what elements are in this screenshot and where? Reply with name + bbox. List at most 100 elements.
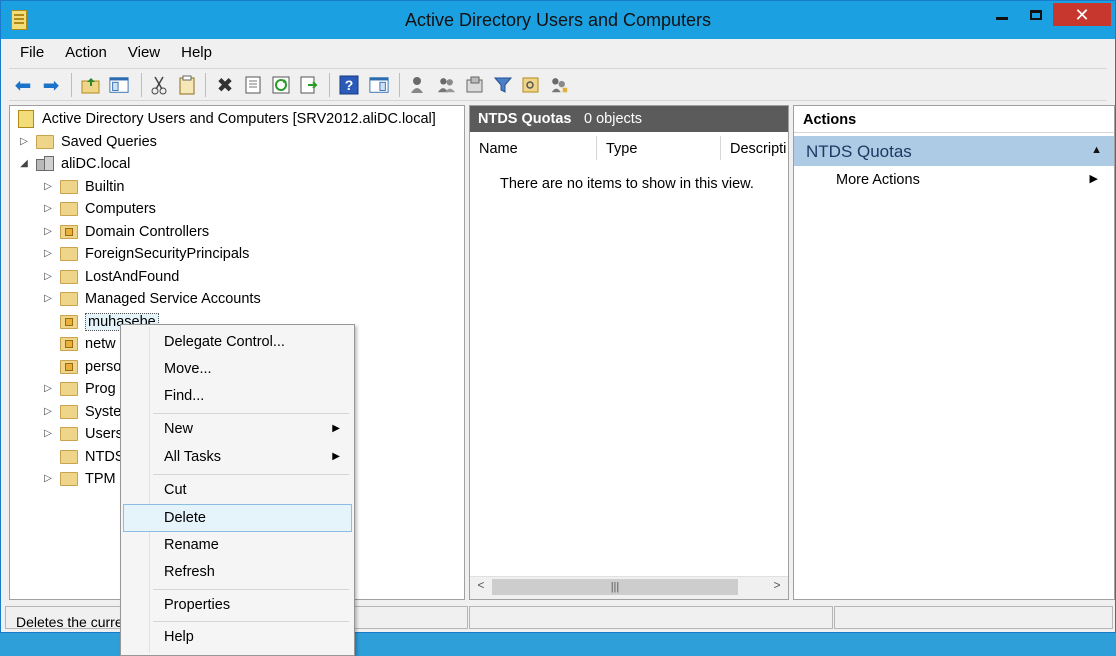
tree-item-managed-service-accounts[interactable]: ▷ Managed Service Accounts [42,288,261,309]
menu-separator [153,589,349,590]
minimize-button[interactable] [986,3,1018,26]
back-arrow-icon[interactable]: ⬅ [13,75,33,97]
menu-item-delegate-control[interactable]: Delegate Control... [123,329,352,355]
menu-item-cut[interactable]: Cut [123,477,352,503]
expand-icon[interactable]: ▷ [42,248,54,259]
tree-root-label: Active Directory Users and Computers [SR… [42,110,436,127]
column-header-type[interactable]: Type [597,136,721,160]
delete-icon[interactable]: ✖ [215,75,235,97]
menu-item-label: Help [164,629,194,645]
ou-folder-icon [60,224,78,239]
tree-item-builtin[interactable]: ▷ Builtin [42,176,124,197]
tree-item-perso[interactable]: perso [42,356,121,377]
expand-icon[interactable]: ▷ [42,428,54,439]
menu-item-all-tasks[interactable]: All Tasks ▶ [123,444,352,470]
results-pane[interactable]: NTDS Quotas 0 objects Name Type Descript… [469,105,789,600]
tree-item-domain-controllers[interactable]: ▷ Domain Controllers [42,221,209,242]
paste-icon[interactable] [177,75,197,95]
close-button[interactable]: ✕ [1053,3,1111,26]
maximize-button[interactable] [1020,3,1052,26]
menu-item-properties[interactable]: Properties [123,592,352,618]
tree-item-saved-queries[interactable]: ▷ Saved Queries [18,131,157,152]
menu-item-rename[interactable]: Rename [123,532,352,558]
expand-icon[interactable]: ▷ [42,383,54,394]
refresh-icon[interactable] [271,75,291,95]
maximize-icon [1030,9,1042,20]
expand-icon[interactable]: ▷ [42,473,54,484]
collapse-up-icon[interactable]: ▲ [1091,144,1102,156]
menu-item-label: Delete [164,510,206,526]
folder-icon [36,134,54,149]
submenu-arrow-icon: ▶ [332,423,340,434]
tree-item-foreign-security-principals[interactable]: ▷ ForeignSecurityPrincipals [42,243,249,264]
menu-item-move[interactable]: Move... [123,356,352,382]
expand-icon[interactable]: ▷ [42,293,54,304]
menu-help[interactable]: Help [170,41,222,65]
tree-item-tpm-devices[interactable]: ▷ TPM [42,468,115,489]
tree-root[interactable]: Active Directory Users and Computers [SR… [18,108,436,129]
create-group-icon[interactable] [437,75,457,95]
tree-item-label: aliDC.local [61,155,131,172]
folder-icon [60,291,78,306]
expand-icon[interactable]: ▷ [42,226,54,237]
menu-separator [153,621,349,622]
status-cell-3 [834,606,1113,629]
expand-icon[interactable]: ▷ [18,136,30,147]
submenu-arrow-icon: ▶ [1089,173,1098,185]
expand-icon[interactable]: ▷ [42,406,54,417]
tree-item-label: Domain Controllers [85,223,210,240]
scroll-right-icon[interactable]: > [768,578,786,596]
show-hide-action-pane-icon[interactable] [369,75,389,95]
menu-item-new[interactable]: New ▶ [123,416,352,442]
tree-item-lost-and-found[interactable]: ▷ LostAndFound [42,266,179,287]
filter-icon[interactable] [493,75,513,95]
expand-icon[interactable]: ▷ [42,181,54,192]
tree-item-program-data[interactable]: ▷ Prog [42,378,116,399]
tree-item-system[interactable]: ▷ Syste [42,401,121,422]
tree-item-domain[interactable]: ◢ aliDC.local [18,153,130,174]
horizontal-scrollbar[interactable]: < ||| > [470,576,788,599]
forward-arrow-icon[interactable]: ➡ [41,75,61,97]
column-header-description[interactable]: Descripti [721,136,788,160]
menu-item-help[interactable]: Help [123,624,352,650]
tree-item-computers[interactable]: ▷ Computers [42,198,156,219]
collapse-icon[interactable]: ◢ [18,158,30,169]
export-list-icon[interactable] [299,75,319,95]
expand-icon[interactable]: ▷ [42,203,54,214]
title-bar[interactable]: Active Directory Users and Computers ✕ [1,1,1115,39]
expand-icon[interactable]: ▷ [42,271,54,282]
menu-file[interactable]: File [9,41,54,65]
add-to-group-icon[interactable] [549,75,569,95]
toolbar-separator [329,73,330,97]
folder-icon [60,179,78,194]
actions-section-ntds-quotas[interactable]: NTDS Quotas ▲ [794,136,1114,166]
create-ou-icon[interactable] [465,75,485,95]
menu-action[interactable]: Action [54,41,117,65]
find-icon[interactable] [521,75,541,95]
up-folder-icon[interactable] [81,75,101,95]
cut-icon[interactable] [149,75,169,95]
create-user-icon[interactable] [409,75,429,95]
show-hide-tree-icon[interactable] [109,75,129,95]
menu-view[interactable]: View [117,41,170,65]
tree-item-label: Syste [85,403,122,420]
tree-item-ntds-quotas[interactable]: NTDS [42,446,124,467]
toolbar-separator [141,73,142,97]
column-header-name[interactable]: Name [470,136,597,160]
menu-separator [153,474,349,475]
empty-list-message: There are no items to show in this view. [500,176,754,192]
folder-icon [60,381,78,396]
toolbar-separator [71,73,72,97]
menu-item-delete[interactable]: Delete [123,504,352,532]
properties-icon[interactable] [243,75,263,95]
scrollbar-thumb[interactable]: ||| [492,579,738,595]
help-icon[interactable]: ? [339,75,359,95]
tree-item-label: LostAndFound [85,268,180,285]
scroll-left-icon[interactable]: < [472,578,490,596]
tree-item-netw[interactable]: netw [42,333,116,354]
tree-item-label: Saved Queries [61,133,157,150]
tree-item-users[interactable]: ▷ Users [42,423,123,444]
more-actions-link[interactable]: More Actions [836,172,920,188]
menu-item-refresh[interactable]: Refresh [123,559,352,585]
menu-item-find[interactable]: Find... [123,383,352,409]
